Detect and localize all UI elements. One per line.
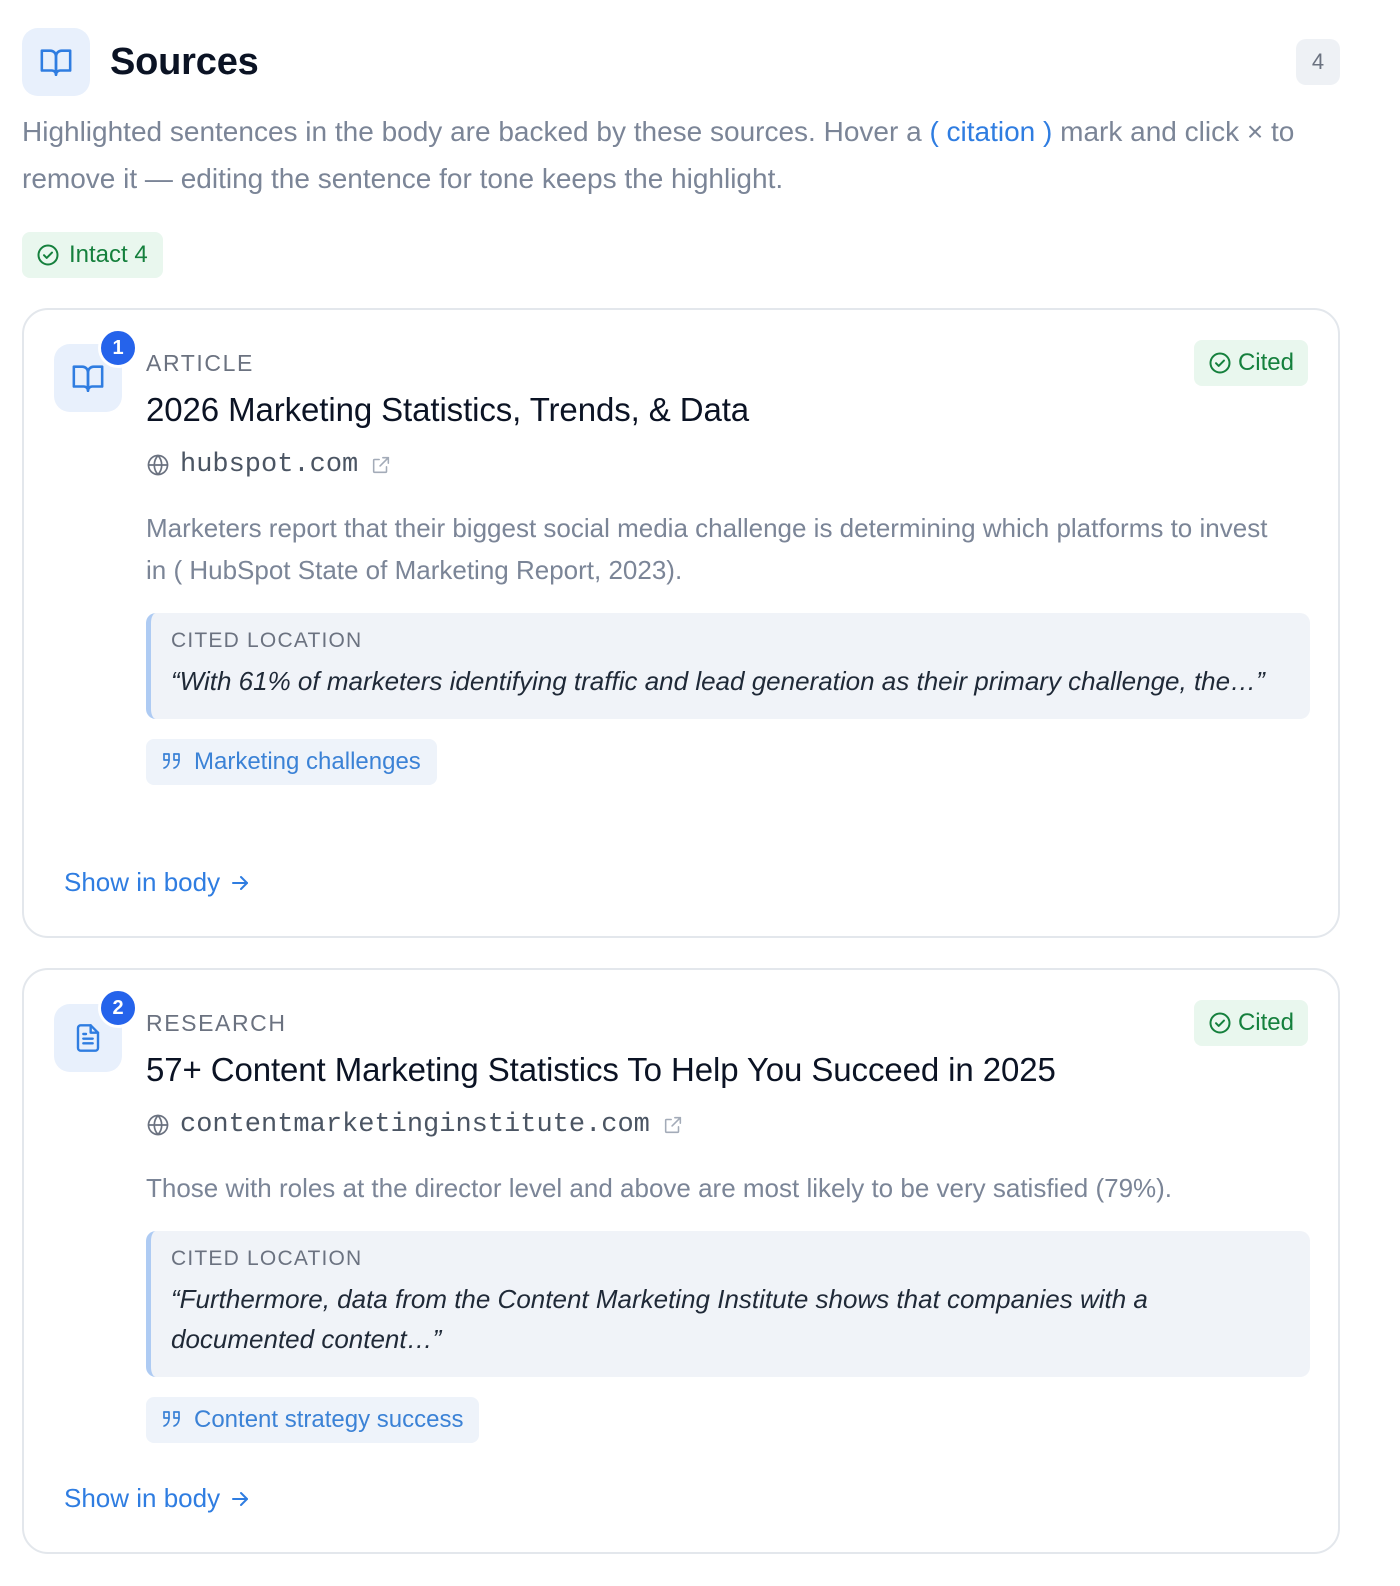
source-card: 1 Cited ARTICLE 2026 Marketing Statistic… <box>22 308 1340 938</box>
book-open-icon: 1 <box>54 328 138 412</box>
topic-chip[interactable]: Content strategy success <box>146 1397 480 1443</box>
check-circle-icon <box>37 244 59 266</box>
source-domain: hubspot.com <box>180 450 359 480</box>
show-in-body-link[interactable]: Show in body <box>64 1483 252 1514</box>
book-open-icon <box>22 28 90 96</box>
quote-icon <box>163 1411 180 1427</box>
show-in-body-link[interactable]: Show in body <box>64 867 252 898</box>
source-domain-link[interactable]: contentmarketinginstitute.com <box>146 1105 1308 1145</box>
cited-location-box: CITED LOCATION “Furthermore, data from t… <box>146 1231 1310 1377</box>
source-domain: contentmarketinginstitute.com <box>180 1110 650 1140</box>
cited-status-badge: Cited <box>1193 340 1308 386</box>
intact-status-label: Intact 4 <box>69 241 148 268</box>
source-excerpt: Those with roles at the director level a… <box>146 1173 1173 1203</box>
source-number-badge: 2 <box>98 988 138 1028</box>
show-in-body-label: Show in body <box>64 867 221 897</box>
cited-location-box: CITED LOCATION “With 61% of marketers id… <box>146 613 1310 719</box>
cited-location-label: CITED LOCATION <box>171 1247 363 1270</box>
source-type: ARTICLE <box>146 350 254 376</box>
intact-status-badge: Intact 4 <box>22 232 163 278</box>
check-circle-icon <box>1209 1012 1231 1034</box>
quote-icon <box>163 753 180 769</box>
source-title: 57+ Content Marketing Statistics To Help… <box>146 1051 1056 1088</box>
cited-status-label: Cited <box>1237 349 1294 376</box>
cited-location-quote: “Furthermore, data from the Content Mark… <box>171 1284 1148 1354</box>
citation-mark-example: ( citation ) <box>929 116 1053 147</box>
source-number-badge: 1 <box>98 328 138 368</box>
arrow-right-icon <box>232 1491 249 1506</box>
check-circle-icon <box>1209 352 1231 374</box>
sources-count-badge: 4 <box>1296 39 1340 85</box>
source-excerpt: Marketers report that their biggest soci… <box>146 513 1268 585</box>
globe-icon <box>147 1114 169 1136</box>
external-link-icon <box>664 1116 682 1134</box>
cited-location-label: CITED LOCATION <box>171 629 363 652</box>
cited-location-quote: “With 61% of marketers identifying traff… <box>171 666 1265 696</box>
topic-label: Marketing challenges <box>194 748 421 775</box>
source-type: RESEARCH <box>146 1010 287 1036</box>
globe-icon <box>147 454 169 476</box>
sources-panel: Sources 4 Highlighted sentences in the b… <box>0 0 1400 1586</box>
intro-text-before: Highlighted sentences in the body are ba… <box>22 116 930 147</box>
show-in-body-label: Show in body <box>64 1483 221 1513</box>
topic-chip[interactable]: Marketing challenges <box>146 739 437 785</box>
sources-description: Highlighted sentences in the body are ba… <box>22 108 1312 202</box>
document-icon: 2 <box>54 988 138 1072</box>
cited-status-badge: Cited <box>1193 1000 1308 1046</box>
arrow-right-icon <box>232 875 249 890</box>
external-link-icon <box>373 456 390 474</box>
source-card: 2 Cited RESEARCH 57+ Content Marketing S… <box>22 968 1340 1554</box>
source-title: 2026 Marketing Statistics, Trends, & Dat… <box>146 391 750 428</box>
cited-status-label: Cited <box>1237 1009 1294 1036</box>
source-domain-link[interactable]: hubspot.com <box>146 445 1308 485</box>
page-title: Sources <box>110 40 259 83</box>
sources-header: Sources 4 <box>22 28 1340 96</box>
topic-label: Content strategy success <box>194 1406 464 1433</box>
